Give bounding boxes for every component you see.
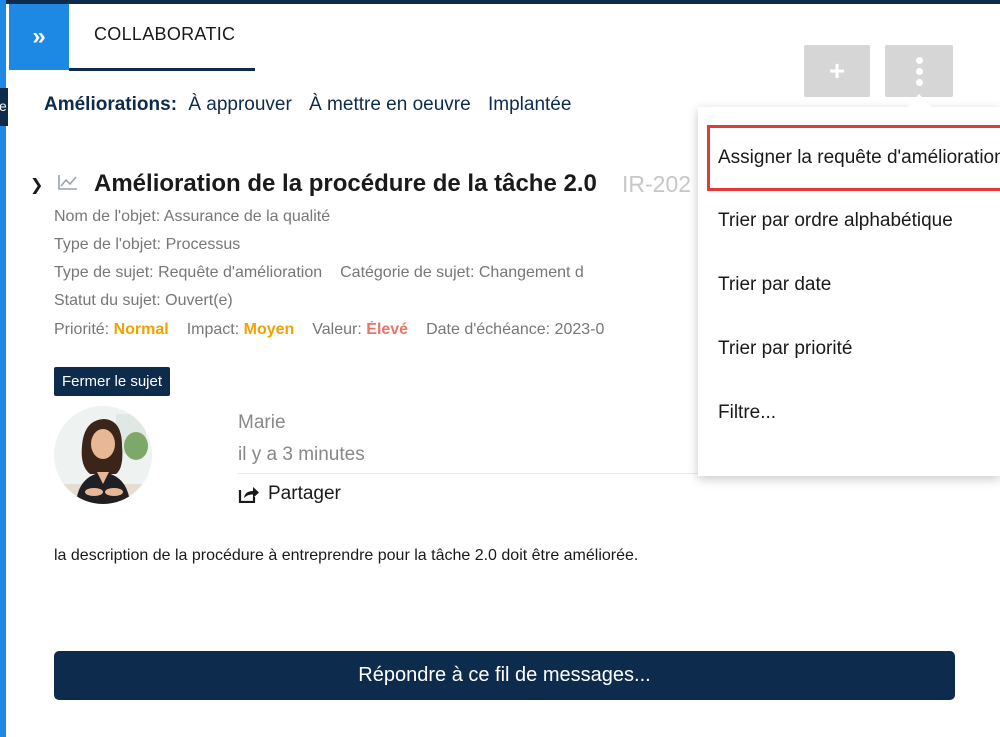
add-button[interactable]: + [804,45,870,97]
filter-to-approve-link[interactable]: À approuver [188,94,292,115]
more-options-button[interactable] [885,45,953,97]
subject-type-row: Type de sujet: Requête d'amélioration Cat… [54,264,696,282]
subject-status: Statut du sujet: Ouvert(e) [54,292,233,309]
vertical-dots-icon [915,56,923,86]
side-tab[interactable]: e [0,88,8,126]
reply-button[interactable]: Répondre à ce fil de messages... [54,651,955,700]
filter-implemented-link[interactable]: Implantée [488,94,571,115]
menu-caret [906,94,932,108]
value-label: Valeur: [312,321,362,338]
share-icon [238,487,259,503]
options-menu: Assigner la requête d'amélioration Trier… [698,107,1000,476]
object-type: Type de l'objet: Processus [54,236,241,253]
menu-item-assign[interactable]: Assigner la requête d'amélioration [718,147,1000,169]
due-date: Date d'échéance: 2023-0 [426,321,605,338]
value-value: Élevé [366,321,409,338]
expand-panel-button[interactable]: » [9,4,69,70]
subject-category: Catégorie de sujet: Changement d [340,264,584,281]
impact-label: Impact: [186,321,240,338]
menu-item-sort-priority[interactable]: Trier par priorité [718,338,852,360]
improvements-filter-bar: Améliorations: À approuver À mettre en o… [44,94,583,116]
priority-row: Priorité: Normal Impact: Moyen Valeur: Éle… [54,321,698,339]
avatar [54,406,152,504]
close-subject-button[interactable]: Fermer le sujet [54,367,171,396]
post-description: la description de la procédure à entrepr… [54,547,639,564]
priority-label: Priorité: [54,321,110,338]
chevron-down-icon[interactable]: ❯ [30,175,43,195]
share-label: Partager [268,483,341,504]
priority-value: Normal [113,321,169,338]
tab-collaboration[interactable]: COLLABORATIC [94,24,256,45]
filter-label: Améliorations: [44,94,178,115]
trend-chart-icon [58,175,77,190]
menu-item-sort-alpha[interactable]: Trier par ordre alphabétique [718,210,953,232]
share-button[interactable]: Partager [238,483,341,505]
post-author[interactable]: Marie [238,412,286,434]
subject-type: Type de sujet: Requête d'amélioration [54,264,323,281]
side-tab-label: e [0,98,7,114]
subject-title[interactable]: Amélioration de la procédure de la tâche… [94,170,597,198]
post-time: il y a 3 minutes [238,444,365,465]
active-tab-indicator [69,68,255,71]
menu-item-filter[interactable]: Filtre... [718,402,776,424]
plus-icon: + [828,55,846,86]
object-name: Nom de l'objet: Assurance de la qualité [54,208,331,225]
menu-item-sort-date[interactable]: Trier par date [718,274,831,296]
top-border [0,0,1000,4]
post-divider [238,473,708,474]
impact-value: Moyen [243,321,295,338]
filter-to-implement-link[interactable]: À mettre en oeuvre [309,94,471,115]
double-chevron-right-icon: » [32,23,46,50]
avatar-portrait [54,406,152,504]
